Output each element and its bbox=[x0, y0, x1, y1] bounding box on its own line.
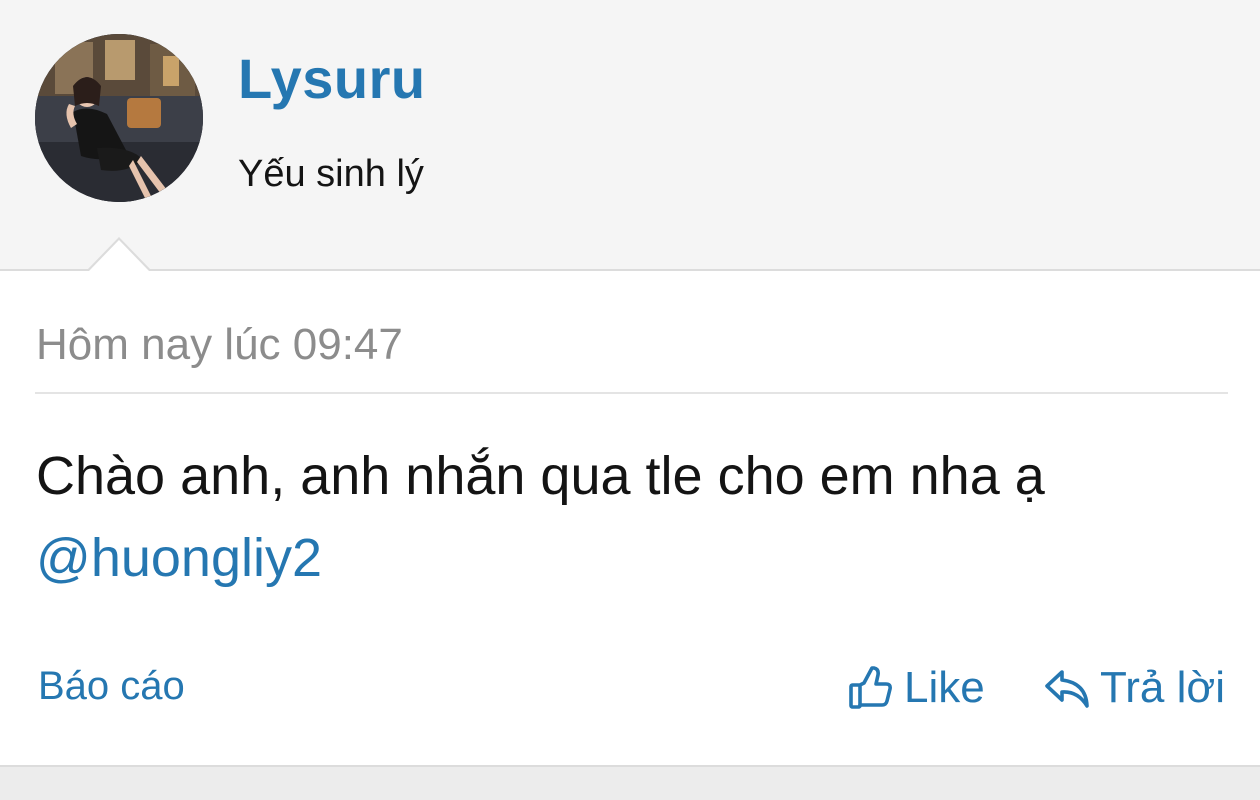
message-text: Chào anh, anh nhắn qua tle cho em nha ạ bbox=[36, 446, 1045, 506]
post-card: Hôm nay lúc 09:47 Chào anh, anh nhắn qua… bbox=[0, 269, 1260, 767]
user-title: Yếu sinh lý bbox=[238, 153, 424, 195]
post-separator bbox=[0, 767, 1260, 800]
user-mention-link[interactable]: @huongliy2 bbox=[36, 528, 322, 588]
avatar-photo bbox=[35, 34, 203, 202]
thumbs-up-icon bbox=[848, 665, 894, 711]
reply-label: Trả lời bbox=[1100, 663, 1225, 712]
post-timestamp[interactable]: Hôm nay lúc 09:47 bbox=[36, 318, 403, 372]
post-pointer-fill bbox=[89, 240, 149, 271]
report-button[interactable]: Báo cáo bbox=[38, 661, 185, 711]
post-message: Chào anh, anh nhắn qua tle cho em nha ạ … bbox=[36, 435, 1226, 599]
reply-icon bbox=[1044, 665, 1090, 711]
reply-button[interactable]: Trả lời bbox=[1044, 661, 1225, 715]
username[interactable]: Lysuru bbox=[238, 44, 426, 114]
avatar[interactable] bbox=[35, 34, 203, 202]
post-author-header: Lysuru Yếu sinh lý bbox=[0, 0, 1260, 269]
like-button[interactable]: Like bbox=[848, 661, 985, 715]
like-label: Like bbox=[904, 663, 985, 712]
divider bbox=[35, 392, 1228, 394]
